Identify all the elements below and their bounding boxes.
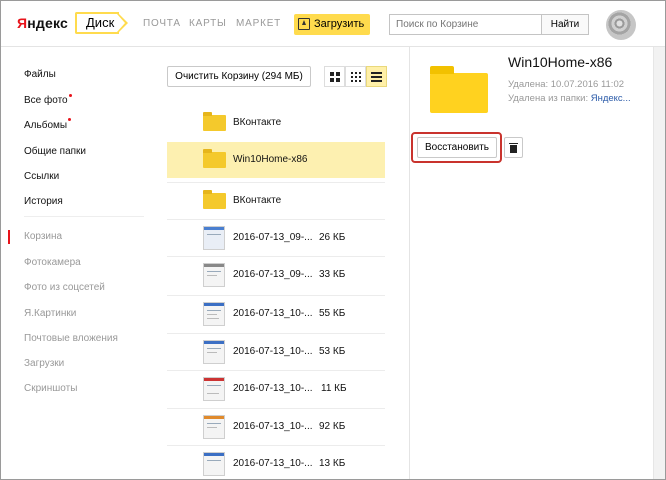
sidebar-item-camera[interactable]: Фотокамера: [24, 257, 81, 268]
image-thumbnail-icon: [203, 377, 225, 401]
source-folder-link[interactable]: Яндекс...: [591, 93, 631, 104]
file-size: 92 КБ: [319, 421, 346, 432]
folder-icon: [203, 112, 226, 131]
folder-icon: [203, 190, 226, 209]
search-input[interactable]: [389, 14, 542, 35]
sidebar-item-downloads[interactable]: Загрузки: [24, 358, 64, 369]
file-size: 11 КБ: [321, 383, 347, 394]
list-item[interactable]: ВКонтакте: [167, 105, 385, 141]
list-item[interactable]: 2016-07-13_10-... 53 КБ: [167, 333, 385, 369]
file-name: 2016-07-13_09-...: [233, 269, 313, 280]
list-item[interactable]: ВКонтакте: [167, 182, 385, 218]
nav-mail[interactable]: ПОЧТА: [143, 18, 181, 29]
sidebar-item-yandex-images[interactable]: Я.Картинки: [24, 308, 76, 319]
notification-dot: [69, 94, 72, 97]
delete-button[interactable]: [504, 137, 523, 158]
file-name: 2016-07-13_10-...: [233, 346, 313, 357]
sidebar-item-all-photos[interactable]: Все фото: [24, 95, 68, 106]
trash-icon: [509, 143, 518, 144]
file-name: 2016-07-13_10-...: [233, 308, 313, 319]
file-name: 2016-07-13_10-...: [233, 383, 313, 394]
file-size: 13 КБ: [319, 458, 346, 469]
file-name: 2016-07-13_10-...: [233, 421, 313, 432]
image-thumbnail-icon: [203, 340, 225, 364]
disk-label: Диск: [86, 15, 115, 30]
image-thumbnail-icon: [203, 415, 225, 439]
image-thumbnail-icon: [203, 302, 225, 326]
list-item[interactable]: 2016-07-13_10-... 92 КБ: [167, 408, 385, 444]
active-item-marker: [8, 230, 10, 244]
sidebar-divider: [24, 216, 144, 217]
clear-trash-button[interactable]: Очистить Корзину (294 МБ): [167, 66, 311, 87]
restore-button[interactable]: Восстановить: [417, 137, 497, 158]
sidebar-item-albums[interactable]: Альбомы: [24, 120, 67, 131]
deleted-date: Удалена: 10.07.2016 11:02: [508, 79, 625, 90]
sidebar-item-social-photos[interactable]: Фото из соцсетей: [24, 282, 105, 293]
top-header: Яндекс Диск ПОЧТА КАРТЫ МАРКЕТ Загрузить…: [1, 1, 665, 47]
large-grid-icon: [330, 72, 340, 82]
sidebar-item-links[interactable]: Ссылки: [24, 171, 59, 182]
view-large-grid-button[interactable]: [324, 66, 345, 87]
scrollbar[interactable]: [653, 47, 665, 479]
view-small-grid-button[interactable]: [345, 66, 366, 87]
search-button[interactable]: Найти: [542, 14, 589, 35]
nav-maps[interactable]: КАРТЫ: [189, 18, 227, 29]
upload-label: Загрузить: [314, 18, 365, 30]
image-thumbnail-icon: [203, 452, 225, 476]
folder-icon: [430, 66, 488, 113]
file-size: 26 КБ: [319, 232, 346, 243]
details-title: Win10Home-x86: [508, 54, 613, 70]
disk-tab[interactable]: Диск: [75, 12, 119, 34]
list-item[interactable]: 2016-07-13_09-... 33 КБ: [167, 256, 385, 292]
file-name: ВКонтакте: [233, 117, 282, 128]
list-item[interactable]: 2016-07-13_10-... 11 КБ: [167, 370, 385, 406]
app-window: Яндекс Диск ПОЧТА КАРТЫ МАРКЕТ Загрузить…: [0, 0, 666, 480]
sidebar-item-trash[interactable]: Корзина: [24, 231, 62, 242]
image-thumbnail-icon: [203, 226, 225, 250]
file-name: Win10Home-x86: [233, 154, 308, 165]
sidebar-item-screenshots[interactable]: Скриншоты: [24, 383, 77, 394]
nav-market[interactable]: МАРКЕТ: [236, 18, 281, 29]
list-item-selected[interactable]: Win10Home-x86: [167, 142, 385, 178]
file-name: 2016-07-13_09-...: [233, 232, 313, 243]
sidebar-item-shared-folders[interactable]: Общие папки: [24, 146, 86, 157]
user-avatar[interactable]: [606, 10, 636, 40]
sidebar-item-files[interactable]: Файлы: [24, 69, 56, 80]
folder-icon: [203, 149, 226, 168]
small-grid-icon: [351, 72, 361, 82]
list-item[interactable]: 2016-07-13_09-... 26 КБ: [167, 219, 385, 255]
upload-icon: [298, 18, 310, 30]
notification-dot: [68, 118, 71, 121]
yandex-logo[interactable]: Яндекс: [17, 15, 68, 31]
image-thumbnail-icon: [203, 263, 225, 287]
sidebar-item-history[interactable]: История: [24, 196, 63, 207]
file-size: 33 КБ: [319, 269, 346, 280]
upload-button[interactable]: Загрузить: [294, 14, 370, 35]
file-name: 2016-07-13_10-...: [233, 458, 313, 469]
list-item[interactable]: 2016-07-13_10-... 13 КБ: [167, 445, 385, 479]
details-divider: [409, 47, 410, 479]
view-list-button[interactable]: [366, 66, 387, 87]
deleted-from: Удалена из папки: Яндекс...: [508, 93, 631, 104]
file-size: 55 КБ: [319, 308, 346, 319]
file-size: 53 КБ: [319, 346, 346, 357]
sidebar-item-mail-attachments[interactable]: Почтовые вложения: [24, 333, 118, 344]
file-name: ВКонтакте: [233, 195, 282, 206]
list-item[interactable]: 2016-07-13_10-... 55 КБ: [167, 295, 385, 331]
